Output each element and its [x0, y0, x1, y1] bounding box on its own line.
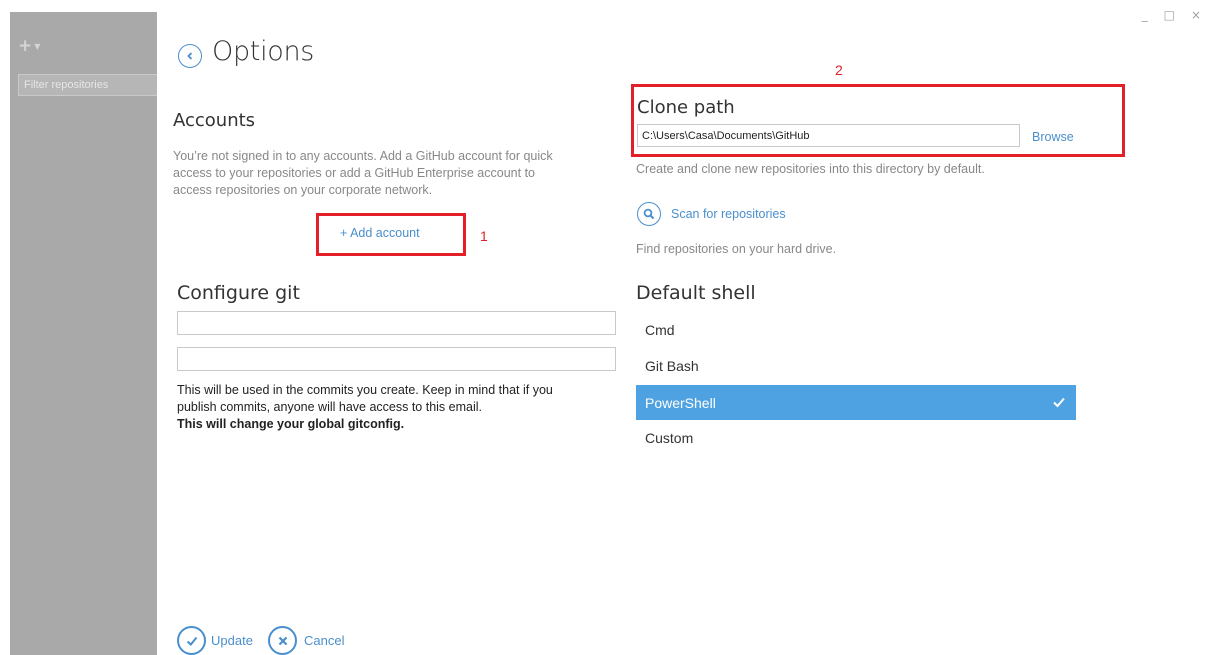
note-line: publish commits, anyone will have access… — [177, 400, 482, 414]
shell-option-label: PowerShell — [645, 394, 716, 411]
gitconfig-warning: This will change your global gitconfig. — [177, 417, 405, 431]
git-email-input[interactable] — [177, 347, 616, 371]
update-button[interactable]: Update — [211, 633, 253, 648]
check-icon — [186, 636, 197, 646]
maximize-button[interactable]: □ — [1164, 8, 1175, 22]
plus-icon: + — [18, 36, 33, 56]
configure-git-heading: Configure git — [177, 282, 300, 304]
shell-option-cmd[interactable]: Cmd — [636, 314, 1076, 346]
shell-option-label: Git Bash — [645, 358, 699, 374]
default-shell-heading: Default shell — [636, 282, 756, 304]
page-title: Options — [212, 36, 315, 67]
shell-option-git-bash[interactable]: Git Bash — [636, 350, 1076, 382]
clone-path-input[interactable] — [637, 124, 1020, 147]
note-line: This will be used in the commits you cre… — [177, 383, 553, 397]
accounts-description: You’re not signed in to any accounts. Ad… — [173, 148, 613, 199]
minimize-button[interactable]: _ — [1142, 8, 1148, 22]
browse-button[interactable]: Browse — [1032, 130, 1074, 144]
accounts-description-line: You’re not signed in to any accounts. Ad… — [173, 149, 553, 163]
shell-option-custom[interactable]: Custom — [636, 422, 1076, 454]
scan-button-icon[interactable] — [637, 202, 661, 226]
filter-repositories-input[interactable] — [18, 74, 157, 96]
x-icon — [278, 636, 287, 645]
configure-git-note: This will be used in the commits you cre… — [177, 382, 617, 433]
update-button-icon[interactable] — [177, 626, 206, 655]
scan-for-repositories-link[interactable]: Scan for repositories — [671, 207, 786, 221]
accounts-description-line: access repositories on your corporate ne… — [173, 183, 433, 197]
check-icon — [1053, 397, 1065, 408]
search-icon — [643, 208, 655, 220]
git-name-input[interactable] — [177, 311, 616, 335]
scan-description: Find repositories on your hard drive. — [636, 242, 837, 256]
annotation-number-2: 2 — [835, 62, 843, 78]
clone-path-heading: Clone path — [637, 97, 735, 118]
shell-option-label: Custom — [645, 430, 694, 446]
shell-option-label: Cmd — [645, 322, 675, 338]
cancel-button[interactable]: Cancel — [304, 633, 344, 648]
back-button[interactable] — [178, 44, 202, 68]
accounts-heading: Accounts — [173, 110, 256, 131]
shell-option-powershell[interactable]: PowerShell — [636, 385, 1076, 420]
accounts-description-line: access to your repositories or add a Git… — [173, 166, 535, 180]
sidebar: + ▼ — [10, 12, 157, 655]
clone-path-description: Create and clone new repositories into t… — [636, 162, 985, 176]
close-button[interactable]: × — [1191, 8, 1201, 22]
caret-down-icon: ▼ — [34, 42, 41, 51]
annotation-number-1: 1 — [480, 228, 488, 244]
add-account-button[interactable]: + Add account — [340, 226, 420, 240]
chevron-left-icon — [187, 52, 193, 60]
window-controls: _ □ × — [1142, 8, 1201, 22]
cancel-button-icon[interactable] — [268, 626, 297, 655]
add-repository-button[interactable]: + ▼ — [18, 38, 40, 55]
